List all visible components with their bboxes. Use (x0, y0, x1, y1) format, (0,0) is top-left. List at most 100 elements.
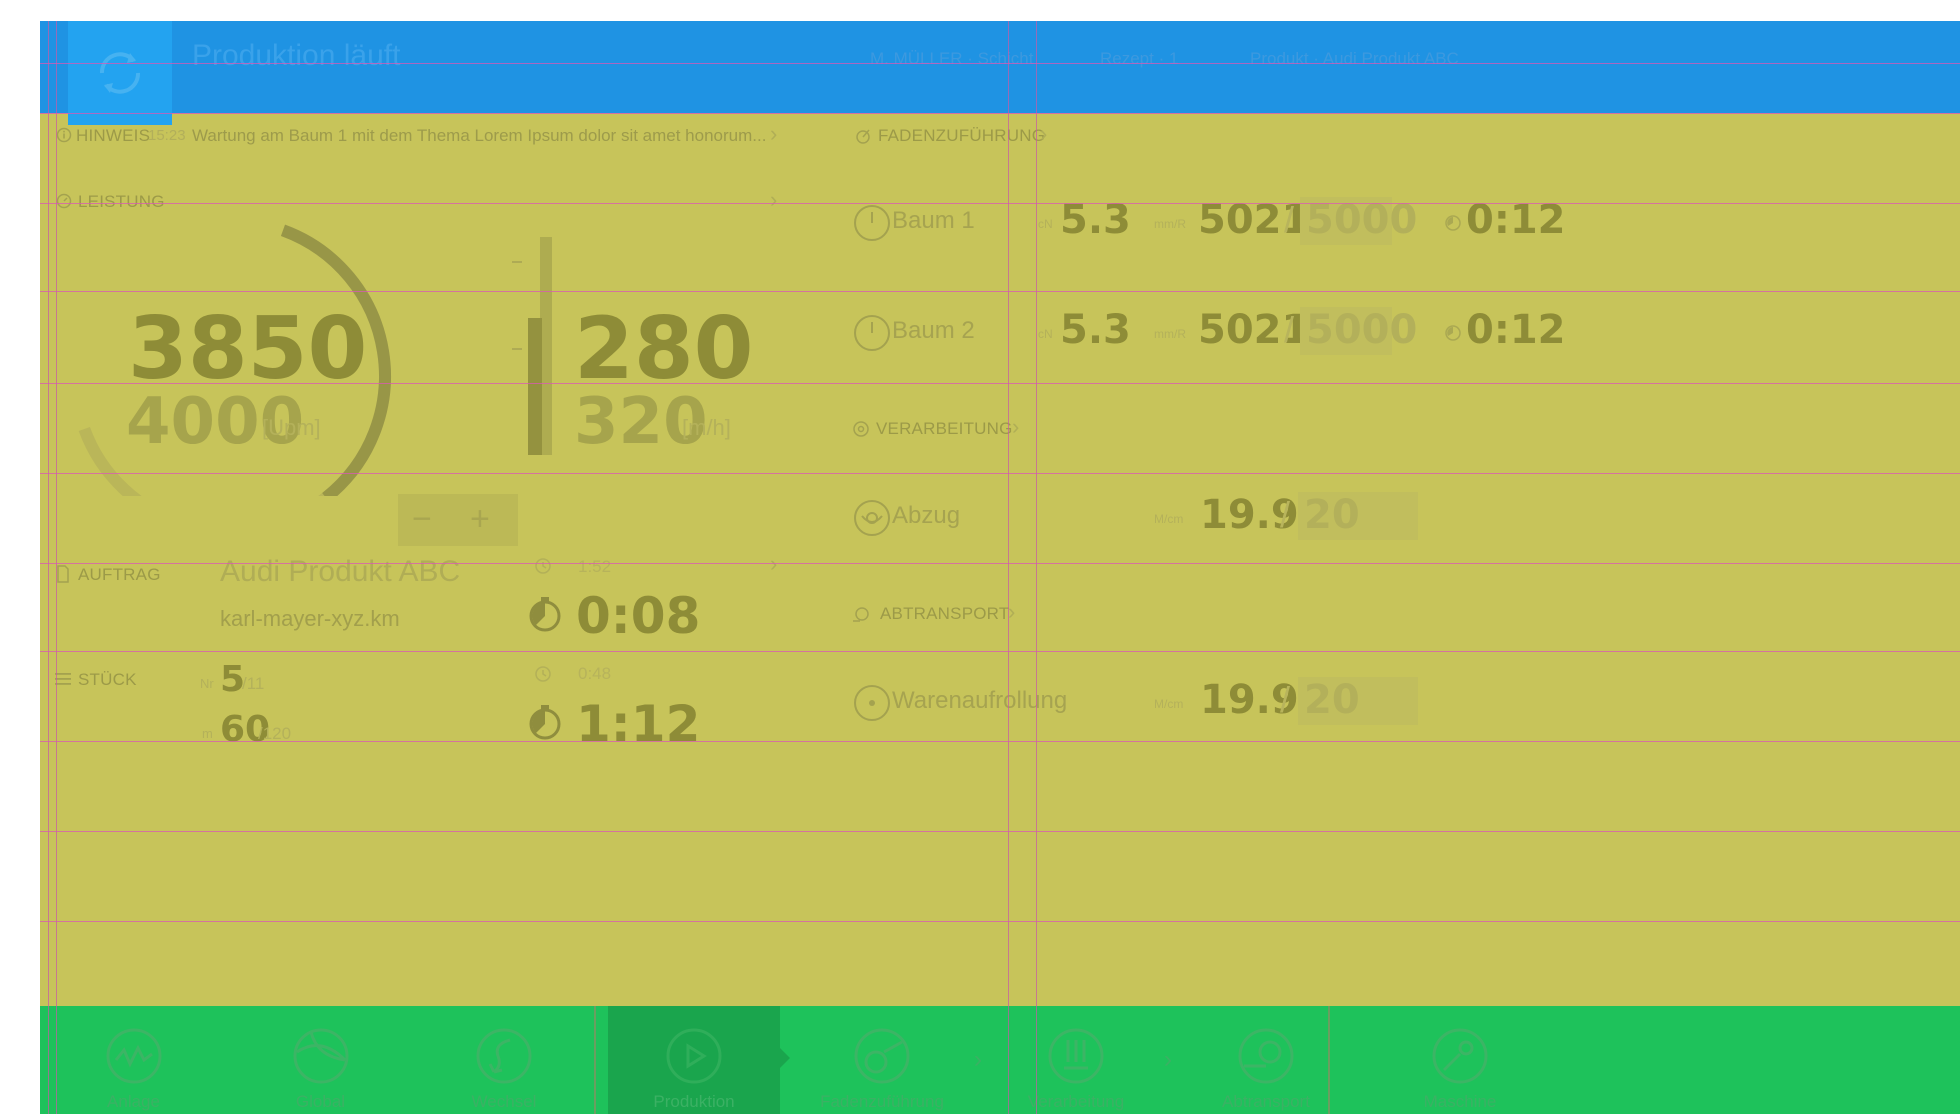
bottom-nav: Anlage Global Wechsel Produktion Fadenzu… (40, 1006, 1960, 1114)
stueck-label: STÜCK (78, 670, 137, 689)
rpm-unit: [Upm] (262, 415, 321, 440)
hinweis-chevron-icon[interactable]: › (770, 121, 777, 147)
processing-icon (853, 421, 869, 437)
baum2-unit2: mm/R (1154, 327, 1186, 341)
info-icon (56, 127, 72, 143)
guide-line (40, 113, 1960, 114)
guide-line (56, 21, 57, 1114)
abzug-icon (854, 500, 890, 536)
stopwatch-icon (1445, 215, 1461, 231)
hinweis-text: Wartung am Baum 1 mit dem Thema Lorem Ip… (192, 126, 767, 145)
warenaufrollung-unit: M/cm (1154, 697, 1184, 711)
beam-icon (854, 205, 890, 241)
auftrag-label: AUFTRAG (78, 565, 161, 584)
abzug-unit: M/cm (1154, 512, 1184, 526)
abzug-sep: / (1280, 494, 1291, 535)
active-pointer (780, 1048, 790, 1068)
product-status: Produkt · Audi Produkt ABC (1250, 49, 1459, 68)
nav-maschine[interactable]: Maschine (1370, 1006, 1550, 1114)
baum2-target: 5000 (1306, 307, 1418, 353)
warenaufrollung-target: 20 (1304, 677, 1360, 723)
sync-logo-button[interactable] (68, 21, 172, 125)
stueck-m-prefix: m (202, 726, 213, 741)
top-bar: Produktion läuft M. MÜLLER · Schicht Rez… (40, 21, 1960, 125)
verarbeitung-label: VERARBEITUNG (876, 419, 1013, 438)
guide-line (40, 291, 1960, 292)
leistung-chevron-icon[interactable]: › (770, 187, 777, 213)
beam-icon (854, 315, 890, 351)
produktion-icon (666, 1028, 722, 1084)
baum2-sep: / (1284, 309, 1295, 350)
speed-tick-lower (512, 348, 522, 350)
hinweis-time: 15:23 (148, 127, 186, 144)
abtransport-chevron-icon[interactable]: › (1008, 599, 1015, 625)
increase-button[interactable]: + (470, 500, 490, 539)
baum1-unit1: cN (1038, 217, 1053, 231)
recipe-status: Rezept · 1 (1100, 49, 1179, 68)
stueck-timer: 1:12 (576, 695, 701, 753)
guide-line (40, 563, 1960, 564)
nav-chevron-icon: › (1164, 1046, 1172, 1073)
fadenzufuehrung-icon (854, 1028, 910, 1084)
baum2-val1: 5.3 (1060, 307, 1131, 353)
nav-fadenzufuehrung-label: Fadenzuführung (820, 1092, 944, 1111)
stueck-clock: 0:48 (578, 664, 612, 683)
guide-line (1008, 21, 1009, 1114)
sync-icon (99, 52, 141, 94)
stopwatch-icon (529, 705, 561, 740)
auftrag-product: Audi Produkt ABC (220, 555, 461, 588)
nav-abtransport-label: Abtransport (1222, 1092, 1310, 1111)
document-icon (57, 565, 69, 583)
warenaufrollung-name: Warenaufrollung (892, 687, 1068, 714)
guide-line (40, 651, 1960, 652)
thread-feed-icon (856, 129, 870, 144)
stueck-nr-prefix: Nr (200, 676, 214, 691)
hinweis-label: HINWEIS (76, 126, 151, 145)
guide-line (1036, 21, 1037, 1114)
abzug-name: Abzug (892, 502, 961, 529)
baum1-unit2: mm/R (1154, 217, 1186, 231)
nav-verarbeitung[interactable]: Verarbeitung (986, 1006, 1166, 1114)
guide-line (40, 203, 1960, 204)
verarbeitung-icon (1048, 1028, 1104, 1084)
auftrag-chevron-icon[interactable]: › (770, 551, 777, 577)
warenaufrollung-icon (854, 685, 890, 721)
page-title: Produktion läuft (192, 39, 401, 72)
anlage-icon (106, 1028, 161, 1084)
nav-chevron-icon: › (974, 1046, 982, 1073)
stopwatch-icon (1445, 325, 1461, 341)
guide-line (40, 473, 1960, 474)
fadenzufuehrung-label: FADENZUFÜHRUNG (878, 126, 1046, 145)
nav-anlage[interactable]: Anlage (40, 1006, 227, 1114)
guide-line (48, 21, 49, 1114)
guide-line (40, 831, 1960, 832)
nav-abtransport[interactable]: Abtransport (1176, 1006, 1356, 1114)
speed-tick-upper (512, 261, 522, 263)
abzug-target: 20 (1304, 492, 1360, 538)
abtransport-icon (1238, 1028, 1294, 1084)
global-icon (293, 1028, 348, 1084)
speed-stepper: − + (398, 494, 518, 546)
nav-produktion[interactable]: Produktion (608, 1006, 780, 1114)
clock-icon (535, 558, 551, 574)
nav-wechsel[interactable]: Wechsel (414, 1006, 594, 1114)
clock-icon (535, 666, 551, 682)
transport-icon (853, 607, 869, 622)
baum1-sep: / (1284, 199, 1295, 240)
nav-global[interactable]: Global (227, 1006, 414, 1114)
nav-anlage-label: Anlage (107, 1092, 160, 1111)
wechsel-icon (476, 1028, 532, 1084)
verarbeitung-chevron-icon[interactable]: › (1012, 414, 1019, 440)
decrease-button[interactable]: − (412, 500, 432, 539)
fadenzufuehrung-chevron-icon[interactable]: › (1040, 121, 1047, 147)
speed-bar-fill (528, 317, 542, 455)
nav-global-label: Global (295, 1092, 346, 1111)
baum1-name: Baum 1 (892, 207, 975, 234)
nav-fadenzufuehrung[interactable]: Fadenzuführung (792, 1006, 972, 1114)
nav-maschine-label: Maschine (1423, 1092, 1497, 1111)
guide-line (40, 921, 1960, 922)
baum2-time: 0:12 (1466, 307, 1566, 353)
auftrag-clock: 1:52 (578, 557, 612, 576)
guide-line (40, 383, 1960, 384)
speed-value: 280 (574, 299, 754, 399)
